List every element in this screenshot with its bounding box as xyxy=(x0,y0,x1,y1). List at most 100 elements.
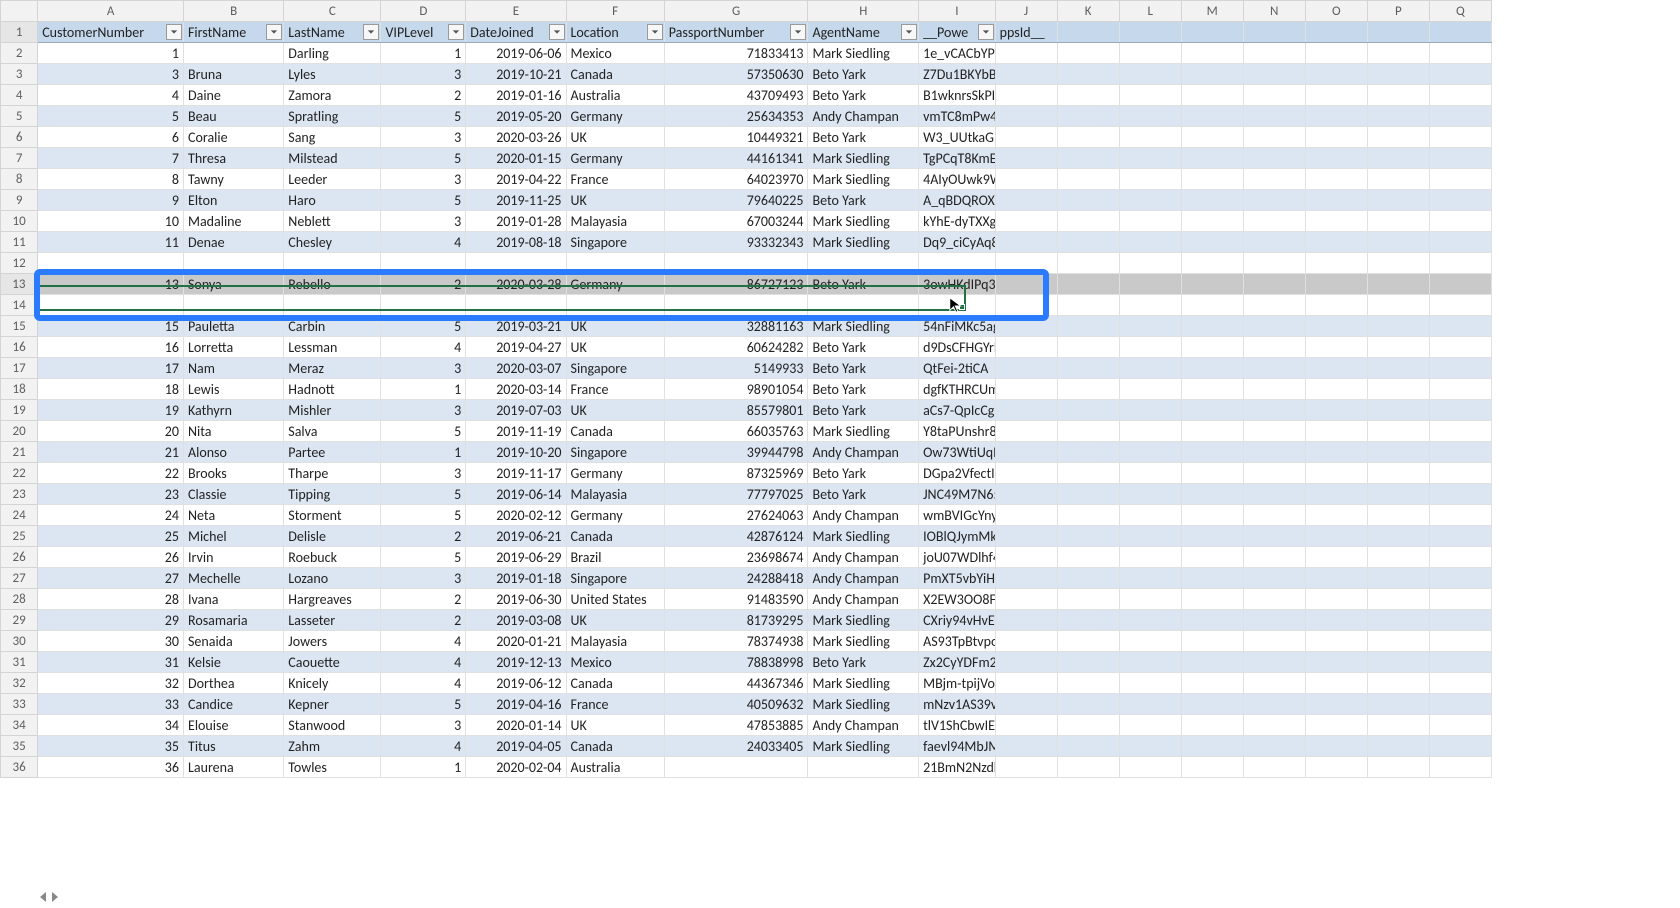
cell-CustomerNumber[interactable]: 26 xyxy=(38,547,184,568)
table-header-LastName[interactable]: LastName xyxy=(284,22,381,43)
table-row[interactable]: 1818LewisHadnott12020-03-14France9890105… xyxy=(1,379,1492,400)
cell-FirstName[interactable]: Senaida xyxy=(184,631,284,652)
cell-FirstName[interactable] xyxy=(184,43,284,64)
empty-cell[interactable] xyxy=(995,673,1057,694)
empty-cell[interactable] xyxy=(1181,421,1243,442)
cell-LastName[interactable]: Delisle xyxy=(284,526,381,547)
cell-PassportNumber[interactable]: 44161341 xyxy=(664,148,808,169)
cell-DateJoined[interactable]: 2019-07-03 xyxy=(466,400,566,421)
cell-VIPLevel[interactable]: 5 xyxy=(381,421,466,442)
empty-cell[interactable] xyxy=(1181,526,1243,547)
cell-PowerAppsId[interactable]: 1e_vCACbYPY xyxy=(919,43,996,64)
empty-cell[interactable] xyxy=(1181,232,1243,253)
empty-cell[interactable] xyxy=(1243,379,1305,400)
empty-cell[interactable] xyxy=(995,211,1057,232)
cell-Location[interactable] xyxy=(566,295,664,316)
empty-cell[interactable] xyxy=(1243,757,1305,778)
cell-AgentName[interactable] xyxy=(808,253,919,274)
cell-LastName[interactable]: Towles xyxy=(284,757,381,778)
empty-cell[interactable] xyxy=(1429,316,1491,337)
empty-cell[interactable] xyxy=(1119,610,1181,631)
cell-DateJoined[interactable]: 2019-12-13 xyxy=(466,652,566,673)
cell-VIPLevel[interactable]: 5 xyxy=(381,547,466,568)
empty-cell[interactable] xyxy=(1243,274,1305,295)
sheet-nav-right-icon[interactable] xyxy=(52,892,58,902)
cell-VIPLevel[interactable]: 4 xyxy=(381,652,466,673)
empty-cell[interactable] xyxy=(1305,757,1367,778)
cell-LastName[interactable]: Rebello xyxy=(284,274,381,295)
sheet-tab-strip[interactable] xyxy=(40,886,58,908)
row-header-30[interactable]: 30 xyxy=(1,631,38,652)
cell-VIPLevel[interactable]: 3 xyxy=(381,211,466,232)
cell-VIPLevel[interactable]: 1 xyxy=(381,442,466,463)
empty-cell[interactable] xyxy=(1367,274,1429,295)
cell-FirstName[interactable]: Mechelle xyxy=(184,568,284,589)
empty-cell[interactable] xyxy=(1305,64,1367,85)
cell-FirstName[interactable]: Lewis xyxy=(184,379,284,400)
cell-VIPLevel[interactable]: 1 xyxy=(381,43,466,64)
row-header-16[interactable]: 16 xyxy=(1,337,38,358)
empty-cell[interactable] xyxy=(1367,43,1429,64)
cell-DateJoined[interactable] xyxy=(466,253,566,274)
cell-VIPLevel[interactable]: 2 xyxy=(381,526,466,547)
cell-DateJoined[interactable]: 2019-01-18 xyxy=(466,568,566,589)
table-row[interactable]: 14 xyxy=(1,295,1492,316)
cell-Location[interactable]: Germany xyxy=(566,106,664,127)
cell-VIPLevel[interactable]: 5 xyxy=(381,148,466,169)
cell-Location[interactable]: Australia xyxy=(566,85,664,106)
empty-cell[interactable] xyxy=(1243,106,1305,127)
cell-FirstName[interactable]: Lorretta xyxy=(184,337,284,358)
cell-DateJoined[interactable]: 2019-06-12 xyxy=(466,673,566,694)
empty-cell[interactable] xyxy=(995,715,1057,736)
empty-cell[interactable] xyxy=(1057,379,1119,400)
empty-cell[interactable] xyxy=(1181,631,1243,652)
cell-CustomerNumber[interactable]: 21 xyxy=(38,442,184,463)
empty-cell[interactable] xyxy=(1057,442,1119,463)
empty-cell[interactable] xyxy=(1305,43,1367,64)
table-row[interactable]: 55BeauSpratling52019-05-20Germany2563435… xyxy=(1,106,1492,127)
empty-cell[interactable] xyxy=(995,148,1057,169)
cell-PowerAppsId[interactable]: DGpa2VfectI xyxy=(919,463,996,484)
cell-FirstName[interactable]: Elton xyxy=(184,190,284,211)
column-header-Q[interactable]: Q xyxy=(1429,1,1491,22)
empty-cell[interactable] xyxy=(1243,526,1305,547)
empty-cell[interactable] xyxy=(995,316,1057,337)
table-row[interactable]: 1111DenaeChesley42019-08-18Singapore9333… xyxy=(1,232,1492,253)
cell-PassportNumber[interactable]: 64023970 xyxy=(664,169,808,190)
cell-FirstName[interactable]: Nita xyxy=(184,421,284,442)
empty-cell[interactable] xyxy=(1429,337,1491,358)
empty-cell[interactable] xyxy=(1305,526,1367,547)
cell-PassportNumber[interactable]: 39944798 xyxy=(664,442,808,463)
cell-CustomerNumber[interactable]: 31 xyxy=(38,652,184,673)
empty-cell[interactable] xyxy=(1119,694,1181,715)
empty-cell[interactable] xyxy=(1181,358,1243,379)
table-row[interactable]: 1919KathyrnMishler32019-07-03UK85579801B… xyxy=(1,400,1492,421)
cell-DateJoined[interactable]: 2020-02-12 xyxy=(466,505,566,526)
filter-button-LastName[interactable] xyxy=(363,24,379,40)
empty-cell[interactable] xyxy=(1429,652,1491,673)
cell-FirstName[interactable]: Pauletta xyxy=(184,316,284,337)
cell-DateJoined[interactable]: 2019-04-22 xyxy=(466,169,566,190)
empty-cell[interactable] xyxy=(1429,274,1491,295)
cell-CustomerNumber[interactable]: 4 xyxy=(38,85,184,106)
cell-Location[interactable]: Malayasia xyxy=(566,484,664,505)
cell-PassportNumber[interactable]: 43709493 xyxy=(664,85,808,106)
empty-cell[interactable] xyxy=(1429,715,1491,736)
cell-VIPLevel[interactable]: 4 xyxy=(381,232,466,253)
cell-VIPLevel[interactable]: 1 xyxy=(381,379,466,400)
cell-FirstName[interactable]: Classie xyxy=(184,484,284,505)
cell-FirstName[interactable]: Ivana xyxy=(184,589,284,610)
cell-Location[interactable]: Germany xyxy=(566,274,664,295)
selection-fill-handle[interactable] xyxy=(959,304,965,310)
row-header-25[interactable]: 25 xyxy=(1,526,38,547)
empty-cell[interactable] xyxy=(1057,736,1119,757)
row-header-2[interactable]: 2 xyxy=(1,43,38,64)
empty-cell[interactable] xyxy=(1181,463,1243,484)
cell-LastName[interactable]: Leeder xyxy=(284,169,381,190)
cell-FirstName[interactable] xyxy=(184,295,284,316)
cell-FirstName[interactable]: Rosamaria xyxy=(184,610,284,631)
empty-cell[interactable] xyxy=(1305,379,1367,400)
row-header-29[interactable]: 29 xyxy=(1,610,38,631)
empty-cell[interactable] xyxy=(1429,85,1491,106)
empty-cell[interactable] xyxy=(1305,211,1367,232)
